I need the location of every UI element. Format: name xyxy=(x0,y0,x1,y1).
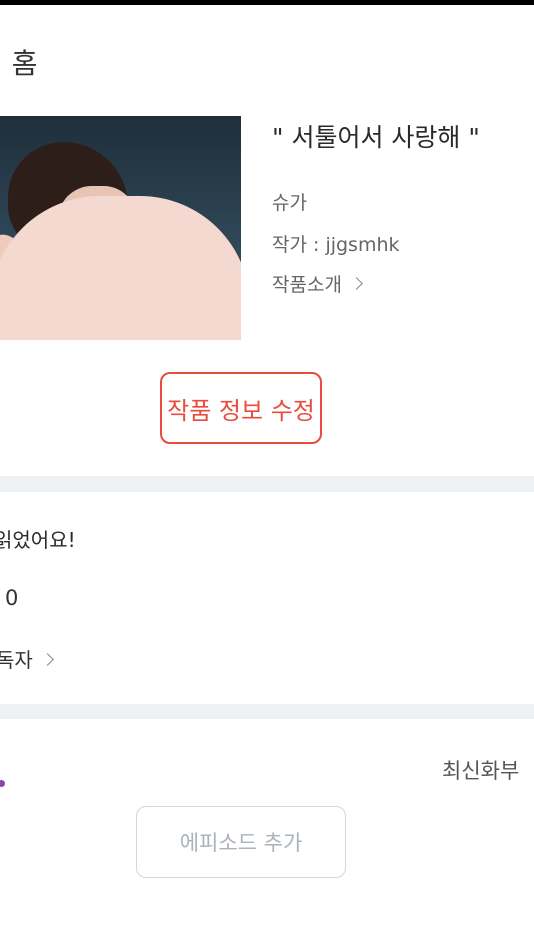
add-episode-button[interactable]: 에피소드 추가 xyxy=(136,806,346,878)
read-label-text: 읽었어요! xyxy=(0,528,76,552)
status-bar xyxy=(0,0,534,5)
work-intro-link[interactable]: 작품소개 xyxy=(272,270,363,297)
read-count-value: 0 xyxy=(5,586,19,610)
work-author: 작가 : jjgsmhk xyxy=(272,234,400,256)
cover-image[interactable] xyxy=(0,116,241,340)
work-character: 슈가 xyxy=(272,192,307,214)
section-divider xyxy=(0,704,534,719)
sort-latest-button[interactable]: 최신화부 xyxy=(442,755,519,785)
work-home-page: · 홈 " 서툴어서 사랑해 " 슈가 작가 : jjgsmhk 작품소개 작품… xyxy=(0,0,534,948)
readers-label: 독자 xyxy=(0,648,33,672)
chevron-right-icon xyxy=(350,277,363,290)
chevron-right-icon xyxy=(40,653,54,666)
read-count-label: 읽었어요! xyxy=(0,524,76,553)
page-title: · 홈 xyxy=(0,47,38,80)
new-badge-dot xyxy=(0,780,5,787)
readers-link[interactable]: 독자 xyxy=(0,644,54,673)
section-divider xyxy=(0,476,534,492)
edit-work-info-button[interactable]: 작품 정보 수정 xyxy=(160,372,322,444)
work-title: " 서툴어서 사랑해 " xyxy=(272,123,480,152)
work-intro-label: 작품소개 xyxy=(272,274,342,296)
cover-shirt-shape xyxy=(0,196,241,340)
